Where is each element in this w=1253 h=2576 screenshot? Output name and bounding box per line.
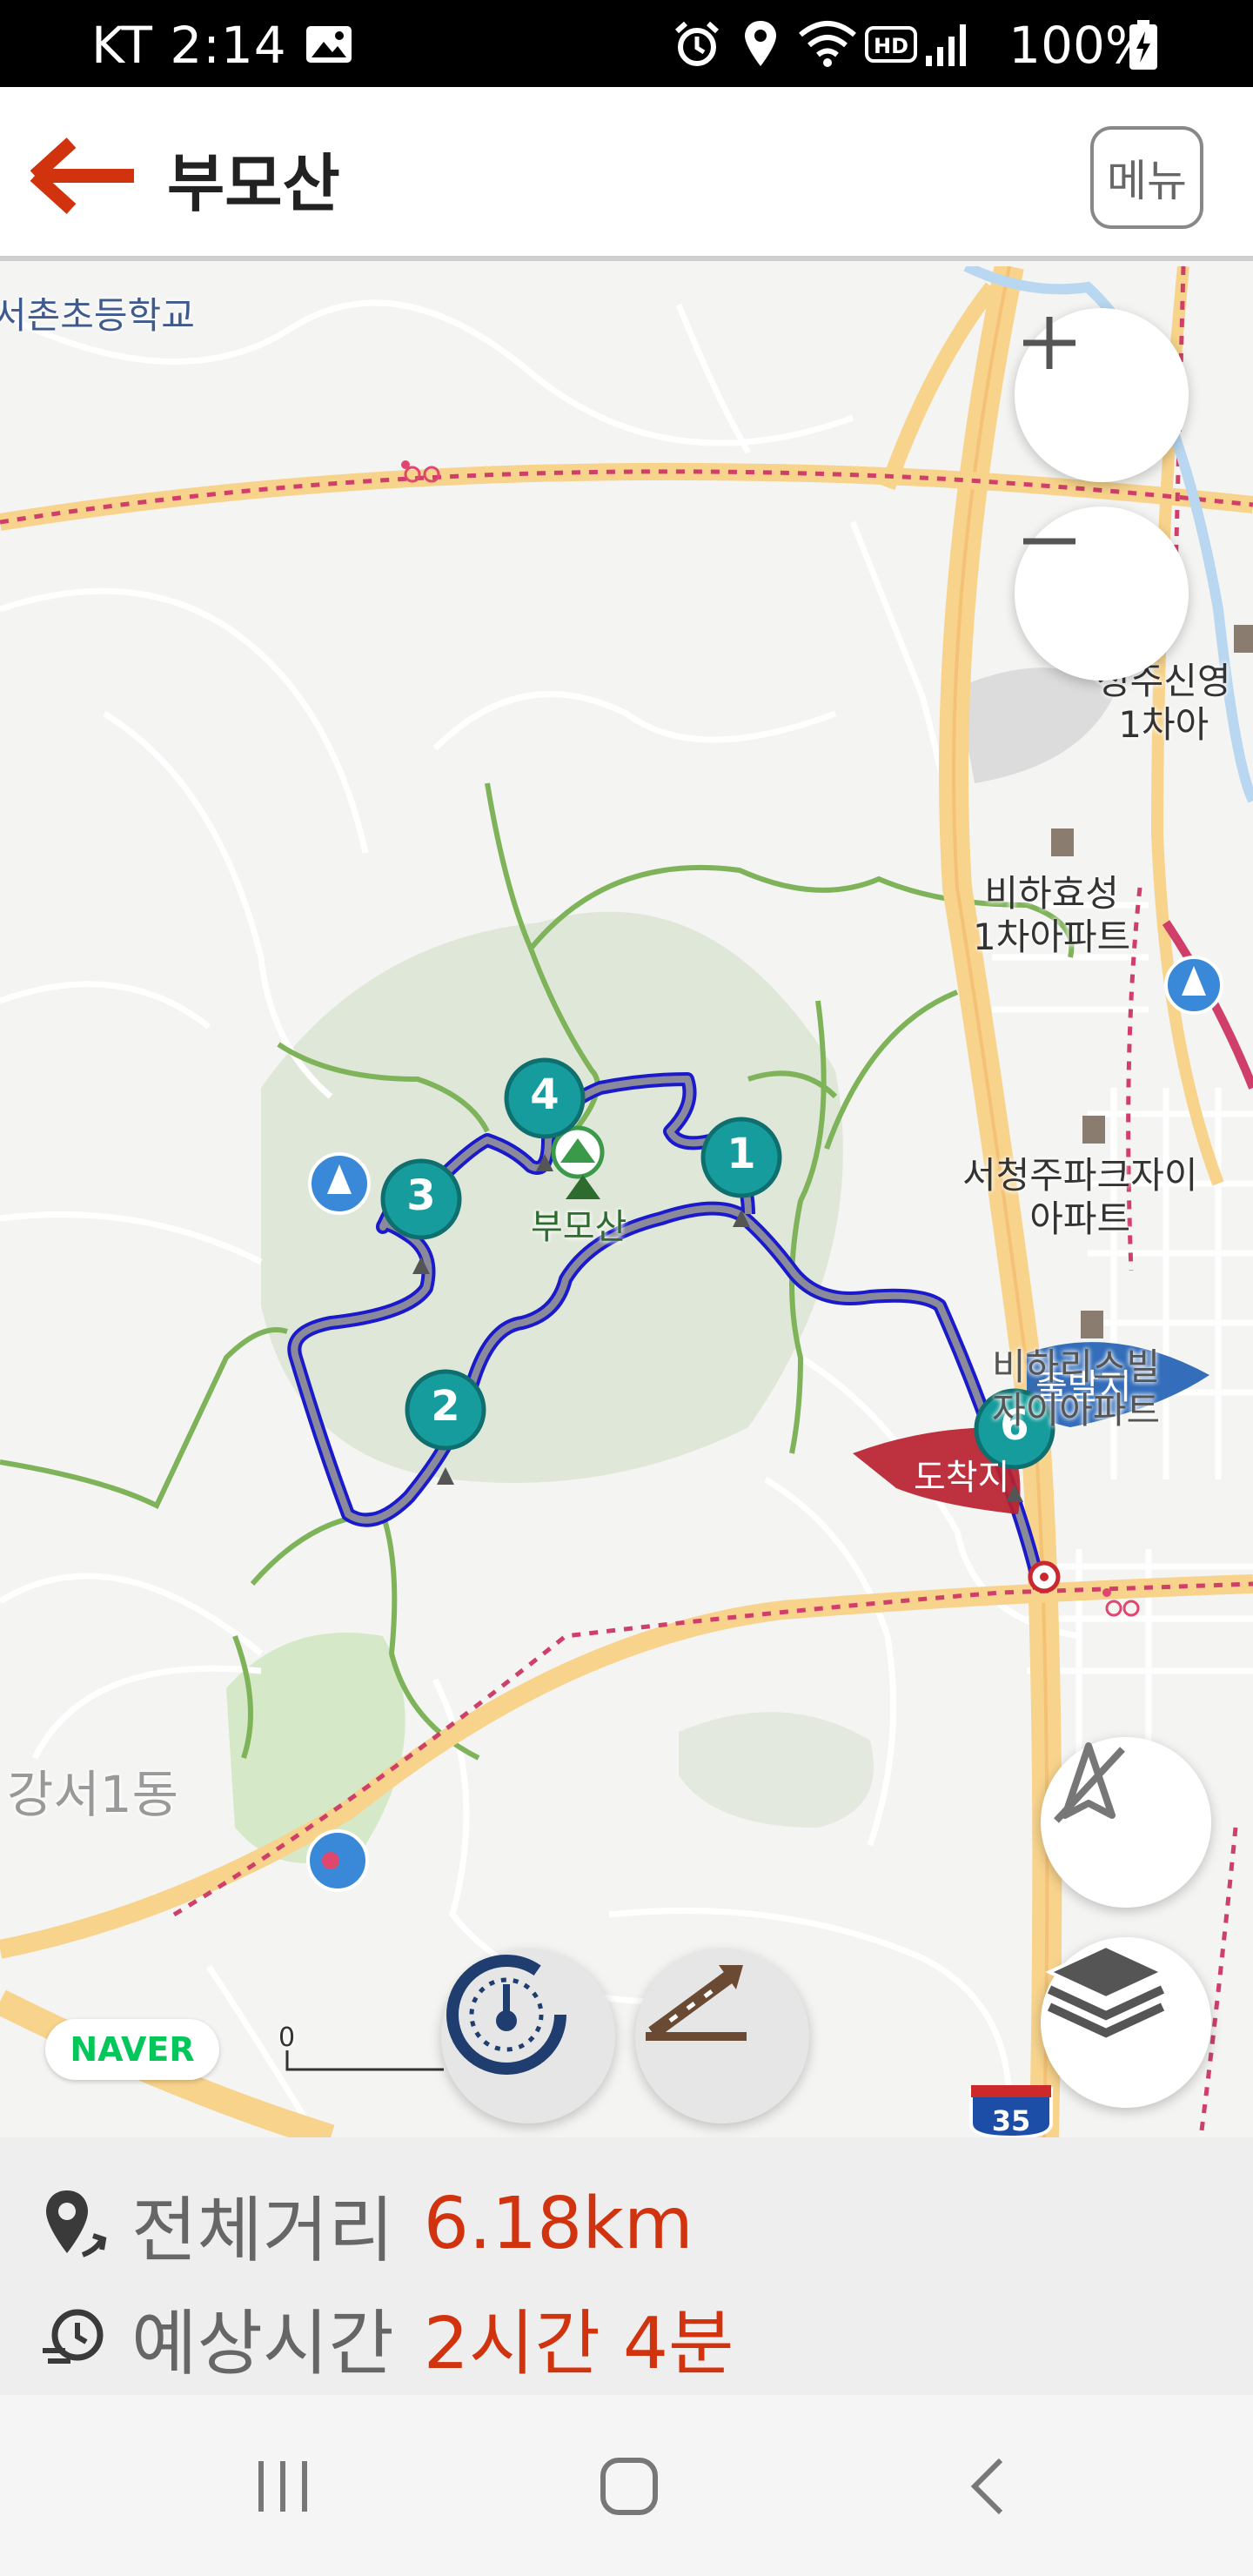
battery-icon bbox=[1129, 20, 1157, 70]
naver-logo: NAVER bbox=[45, 2019, 219, 2080]
apartment-label: 비하리스빌 자이아파트 bbox=[992, 1345, 1160, 1433]
park-area bbox=[679, 1712, 874, 1828]
zoom-out-button[interactable] bbox=[1015, 506, 1189, 681]
distance-row: 전체거리 6.18km bbox=[39, 2172, 694, 2276]
elevation-button[interactable] bbox=[635, 1949, 809, 2123]
apartment-label-line: 자이아파트 bbox=[992, 1389, 1161, 1432]
time-value: 2시간 4분 bbox=[423, 2303, 734, 2385]
recent-apps-icon[interactable] bbox=[252, 2456, 313, 2517]
page-title: 부모산 bbox=[167, 147, 340, 220]
apartment-label-line: 비하리스빌 bbox=[992, 1345, 1161, 1388]
location-icon bbox=[745, 21, 776, 66]
route-info-panel: 전체거리 6.18km 예상시간 2시간 4분 bbox=[0, 2137, 1253, 2395]
app-bar: 부모산 메뉴 bbox=[0, 87, 1253, 261]
park-area bbox=[957, 667, 1114, 783]
speed-button[interactable] bbox=[441, 1949, 615, 2123]
end-point-icon bbox=[1028, 1560, 1061, 1593]
apartment-label-line: 비하효성 bbox=[984, 872, 1119, 915]
cycle-route-icon bbox=[306, 1829, 369, 1892]
district-label: 강서1동 bbox=[7, 1765, 178, 1824]
waypoint-number-1: 1 bbox=[727, 1130, 756, 1178]
compass-button[interactable] bbox=[1041, 1737, 1211, 1908]
system-nav-bar bbox=[0, 2395, 1253, 2576]
waypoint-number-4: 4 bbox=[530, 1070, 559, 1119]
speedometer-icon bbox=[446, 1955, 566, 2075]
apartment-label-line: 1차아 bbox=[1118, 703, 1209, 747]
back-nav-icon[interactable] bbox=[957, 2456, 1018, 2517]
hd-icon: HD bbox=[865, 26, 917, 63]
arrow-left-icon[interactable] bbox=[26, 132, 139, 219]
layers-button[interactable] bbox=[1041, 1937, 1211, 2108]
status-time: KT 2:14 bbox=[91, 16, 287, 75]
distance-value: 6.18km bbox=[423, 2183, 694, 2265]
home-icon[interactable] bbox=[599, 2456, 660, 2517]
waypoint-number-3: 3 bbox=[406, 1171, 436, 1220]
time-label: 예상시간 bbox=[131, 2303, 394, 2385]
scale-bar bbox=[285, 2050, 444, 2071]
wifi-icon bbox=[799, 21, 856, 67]
signal-icon bbox=[926, 24, 966, 66]
park-tree-icon bbox=[308, 1152, 371, 1215]
waypoint-number-2: 2 bbox=[431, 1382, 460, 1431]
menu-button[interactable]: 메뉴 bbox=[1090, 126, 1203, 229]
end-flag-label: 도착지 bbox=[914, 1458, 1010, 1498]
apartment-label-line: 서청주파크자이 bbox=[962, 1154, 1198, 1197]
elevation-icon bbox=[646, 1965, 747, 2041]
alarm-icon bbox=[674, 21, 720, 66]
zoom-in-icon bbox=[1023, 317, 1075, 369]
layers-icon bbox=[1045, 1943, 1167, 2038]
park-tree-icon bbox=[1164, 956, 1223, 1015]
zoom-in-button[interactable] bbox=[1015, 308, 1189, 482]
route-distance-icon bbox=[46, 2190, 107, 2257]
school-label: 서촌초등학교 bbox=[0, 294, 195, 337]
mountain-label: 부모산 bbox=[531, 1207, 627, 1247]
svg-text:HD: HD bbox=[874, 34, 908, 58]
compass-off-icon bbox=[1054, 1742, 1125, 1823]
distance-label: 전체거리 bbox=[131, 2190, 394, 2272]
status-bar: KT 2:14 HD 100% bbox=[0, 0, 1253, 87]
time-row: 예상시간 2시간 4분 bbox=[39, 2285, 734, 2389]
apartment-label-line: 아파트 bbox=[1029, 1197, 1131, 1241]
apartment-label-line: 1차아파트 bbox=[973, 916, 1131, 959]
estimated-time-icon bbox=[43, 2309, 104, 2364]
map-view[interactable]: 1 2 3 4 6 출발지 도착지 서촌초등학교 정주신영 1차아 비하효성 1… bbox=[0, 266, 1253, 2137]
scale-label: 0 bbox=[278, 2023, 296, 2053]
apartment-label: 비하효성 1차아파트 bbox=[973, 872, 1130, 960]
apartment-label: 서청주파크자이 아파트 bbox=[962, 1154, 1197, 1242]
highway-shield-number: 35 bbox=[991, 2104, 1031, 2137]
zoom-out-icon bbox=[1023, 538, 1075, 545]
image-icon bbox=[306, 26, 352, 63]
